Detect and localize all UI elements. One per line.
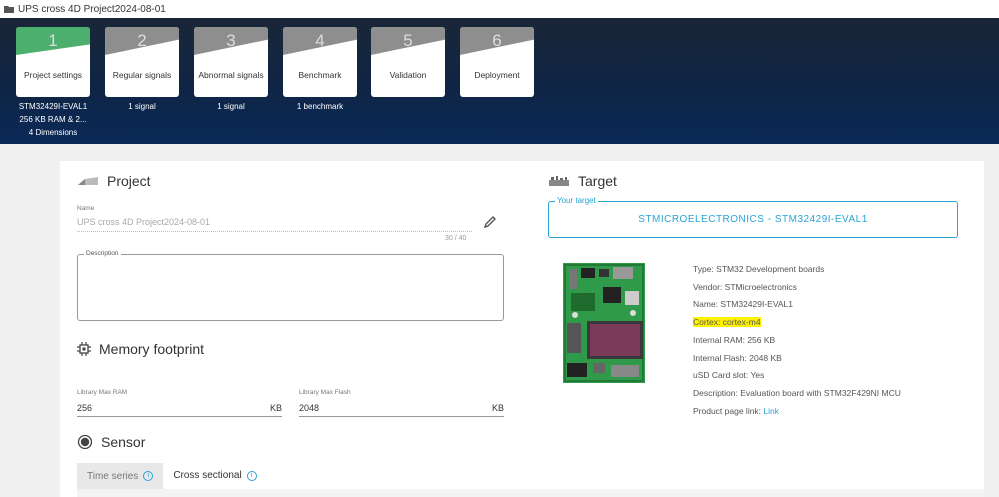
spec-name: Name: STM32429I-EVAL1 [693,299,793,310]
your-target-label: Your target [555,196,598,205]
step-number: 4 [283,27,357,55]
tab-label: Cross sectional [173,470,242,481]
board-image [563,263,645,383]
step-number: 5 [371,27,445,55]
spec-cortex: Cortex: cortex-m4 [693,317,761,328]
step-abnormal-signals[interactable]: 3 Abnormal signals 1 signal [194,27,268,113]
step-validation[interactable]: 5 Validation [371,27,445,97]
spec-product-page-label: Product page link: [693,405,764,416]
step-number: 2 [105,27,179,55]
description-textarea[interactable]: Description [77,250,504,321]
project-icon [78,177,98,185]
step-sub-line: STM32429I-EVAL1 [18,102,88,111]
step-sub-line: 1 signal [217,102,245,111]
titlebar: UPS cross 4D Project2024-08-01 [0,0,999,18]
spec-description: Description: Evaluation board with STM32… [693,387,901,398]
step-sub-line: 1 benchmark [296,102,344,111]
board-icon [549,176,569,186]
target-section-title: Target [548,173,617,189]
target-specs: Type: STM32 Development boards Vendor: S… [693,261,901,420]
ram-input[interactable]: 256 KB [77,403,282,417]
step-sub-line: 4 Dimensions [28,128,78,137]
step-number: 3 [194,27,268,55]
name-label: Name [77,205,95,212]
step-card[interactable]: 6 Deployment [460,27,534,97]
ram-label: Library Max RAM [77,389,128,396]
pencil-icon[interactable] [483,215,497,229]
sensor-section-title: Sensor [77,434,145,450]
description-label: Description [84,250,121,257]
your-target-field[interactable]: Your target STMICROELECTRONICS - STM3242… [548,196,958,238]
stepper: 1 Project settings STM32429I-EVAL1 256 K… [0,18,999,144]
name-input[interactable]: UPS cross 4D Project2024-08-01 [77,217,472,232]
target-heading: Target [578,173,617,189]
step-label: Benchmark [298,70,342,80]
step-project-settings[interactable]: 1 Project settings STM32429I-EVAL1 256 K… [16,27,90,139]
step-sub-line: 1 signal [128,102,156,111]
flash-label: Library Max Flash [299,389,351,396]
spec-flash: Internal Flash: 2048 KB [693,352,782,363]
project-heading: Project [107,173,151,189]
step-label: Deployment [474,70,520,80]
settings-panel: Project Name UPS cross 4D Project2024-08… [60,161,984,497]
chip-icon [77,342,91,356]
step-label: Validation [389,70,427,80]
folder-icon [4,6,14,13]
tab-label: Time series [87,470,139,482]
step-number: 1 [16,27,90,55]
step-number: 6 [460,27,534,55]
step-card[interactable]: 1 Project settings [16,27,90,97]
step-sub-line: 256 KB RAM & 2... [19,115,87,124]
spec-vendor: Vendor: STMicroelectronics [693,281,797,292]
step-label: Project settings [23,70,83,80]
tab-time-series[interactable]: Time series i [77,463,164,489]
step-label: Regular signals [112,70,172,80]
ram-value: 256 [77,403,93,413]
flash-input[interactable]: 2048 KB [299,403,504,417]
tab-cross-sectional[interactable]: Cross sectional i [163,463,267,489]
flash-unit: KB [491,403,504,413]
flash-value: 2048 [299,403,320,413]
spec-usd: uSD Card slot: Yes [693,370,765,381]
step-card[interactable]: 5 Validation [371,27,445,97]
main-area: Project Name UPS cross 4D Project2024-08… [0,153,999,497]
step-card[interactable]: 4 Benchmark [283,27,357,97]
step-card[interactable]: 3 Abnormal signals [194,27,268,97]
spec-type: Type: STM32 Development boards [693,264,825,274]
project-section-title: Project [77,173,151,189]
info-icon[interactable]: i [246,470,257,481]
info-icon[interactable]: i [143,471,154,481]
sensor-tab-body [77,489,984,497]
memory-section-title: Memory footprint [77,341,204,357]
your-target-value: STMICROELECTRONICS - STM32429I-EVAL1 [638,214,868,225]
sensor-tabs: Time series i Cross sectional i [77,463,267,489]
name-counter: 30 / 40 [445,235,467,242]
sensor-icon [77,434,93,450]
sensor-heading: Sensor [101,434,146,450]
name-value: UPS cross 4D Project2024-08-01 [77,217,211,227]
step-card[interactable]: 2 Regular signals [105,27,179,97]
memory-heading: Memory footprint [99,341,205,357]
step-deployment[interactable]: 6 Deployment [460,27,534,97]
step-regular-signals[interactable]: 2 Regular signals 1 signal [105,27,179,113]
product-page-link[interactable]: Link [763,406,779,416]
ram-unit: KB [269,403,282,413]
spec-ram: Internal RAM: 256 KB [693,334,776,345]
step-label: Abnormal signals [198,70,264,80]
project-title: UPS cross 4D Project2024-08-01 [18,3,166,15]
spec-product-page: Product page link: Link [693,403,901,421]
step-benchmark[interactable]: 4 Benchmark 1 benchmark [283,27,357,113]
